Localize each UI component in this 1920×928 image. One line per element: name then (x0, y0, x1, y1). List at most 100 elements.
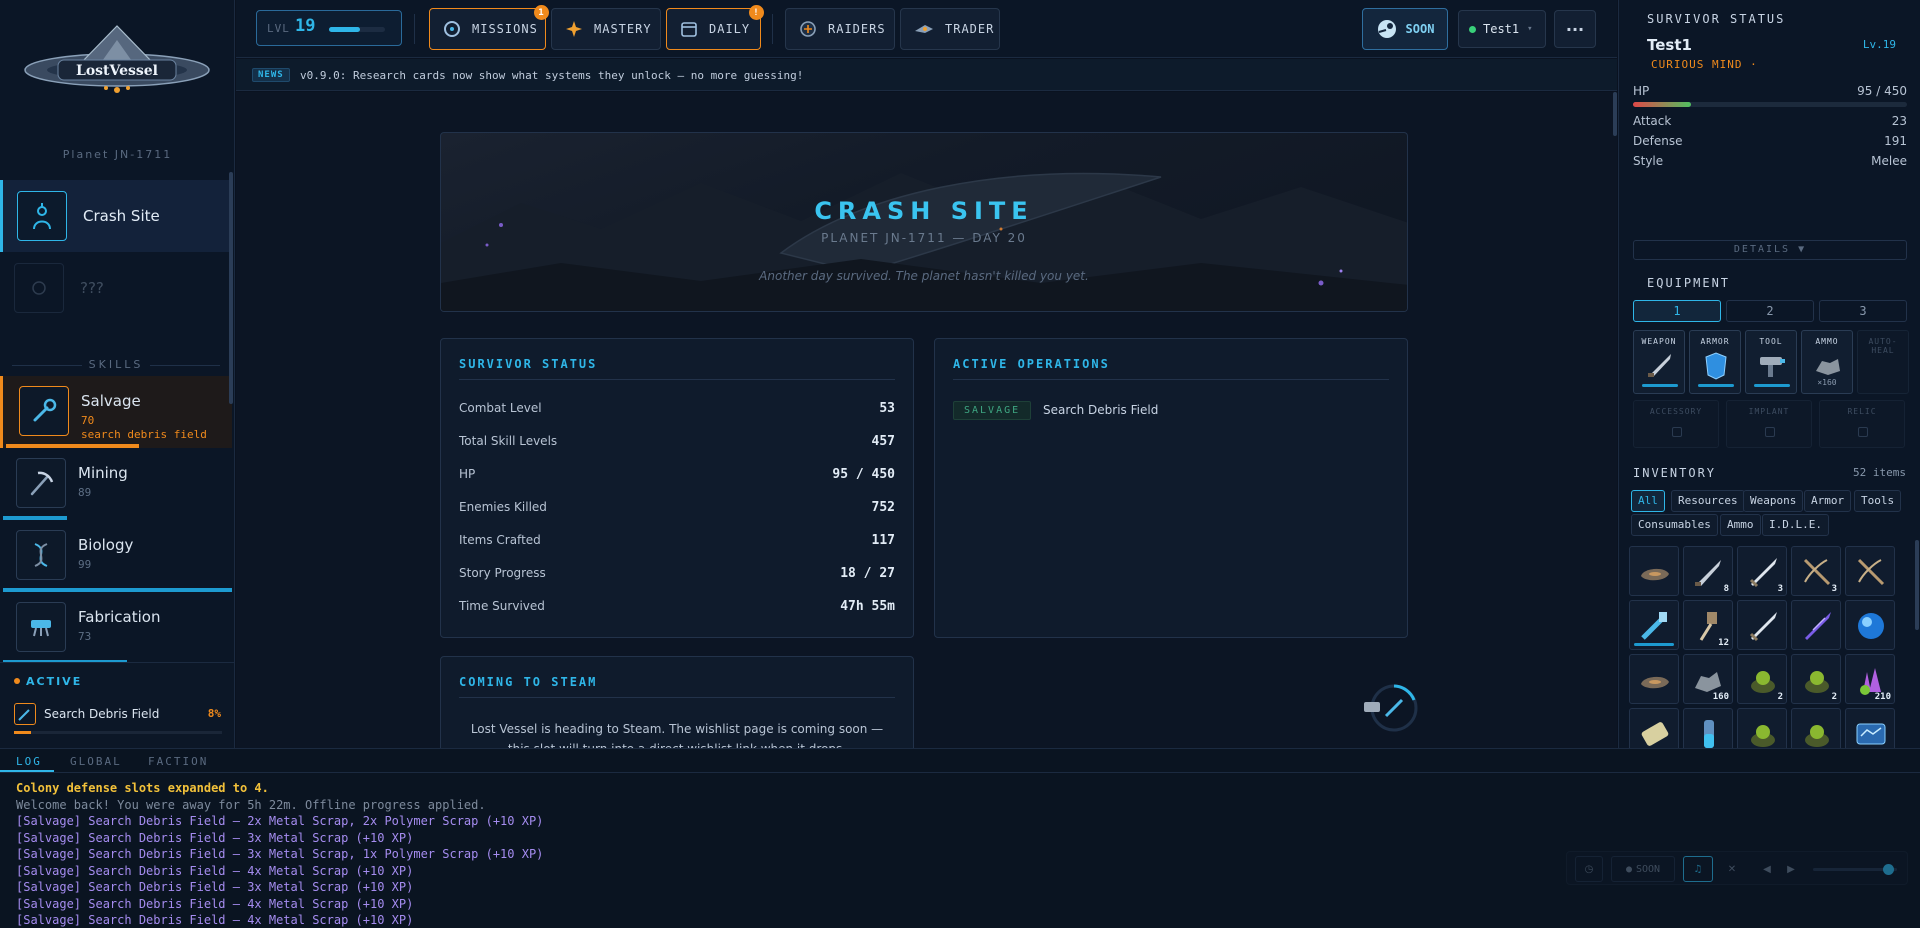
inventory-slot[interactable]: 2 (1791, 654, 1841, 704)
sidebar-scrollbar[interactable] (229, 172, 233, 404)
filter-weapons[interactable]: Weapons (1743, 490, 1804, 512)
tab-global[interactable]: GLOBAL (70, 755, 122, 768)
nav-divider (772, 14, 773, 44)
previous-track-button[interactable]: ◀ (1757, 856, 1777, 882)
music-toggle-button[interactable]: ♫ (1683, 856, 1713, 882)
filter-consumables[interactable]: Consumables (1631, 514, 1718, 536)
inventory-slot[interactable] (1629, 654, 1679, 704)
inventory-slot[interactable] (1629, 546, 1679, 596)
inventory-slot[interactable]: 160 (1683, 654, 1733, 704)
slot-label: ACCESSORY (1649, 407, 1703, 416)
inventory-slot[interactable] (1791, 708, 1841, 748)
inventory-slot[interactable] (1629, 708, 1679, 748)
online-status-icon (1469, 25, 1476, 33)
skill-biology[interactable]: Biology 99 (0, 520, 232, 592)
volume-slider[interactable] (1813, 864, 1897, 875)
stat-label: Time Survived (459, 599, 545, 613)
inventory-slot[interactable] (1683, 708, 1733, 748)
inventory-slot[interactable]: 3 (1791, 546, 1841, 596)
stat-label: Combat Level (459, 401, 542, 415)
mute-button[interactable]: ✕ (1719, 856, 1745, 882)
armor-icon (1705, 352, 1727, 380)
next-track-button[interactable]: ▶ (1781, 856, 1801, 882)
steam-soon-button[interactable]: SOON (1362, 8, 1448, 50)
inventory-slot[interactable] (1845, 708, 1895, 748)
details-toggle-button[interactable]: DETAILS ▼ (1633, 240, 1907, 260)
equip-slot-tool[interactable]: TOOL (1745, 330, 1797, 394)
inventory-slot[interactable] (1845, 600, 1895, 650)
equip-slot-implant[interactable]: IMPLANT (1726, 400, 1812, 448)
inventory-slot[interactable] (1737, 708, 1787, 748)
hp-bar-fill (1633, 102, 1691, 107)
skill-level: 70 (81, 414, 95, 427)
inventory-slot[interactable]: 3 (1737, 546, 1787, 596)
survivor-trait[interactable]: CURIOUS MIND · (1651, 58, 1758, 71)
fabricator-icon (16, 602, 66, 652)
slot-label: IMPLANT (1748, 407, 1790, 416)
inventory-slot[interactable]: 2 (1737, 654, 1787, 704)
stat-label: HP (459, 467, 476, 481)
salvage-icon (14, 703, 36, 725)
location-locked[interactable]: ??? (0, 252, 232, 324)
filter-all[interactable]: All (1631, 490, 1665, 512)
location-hero-banner: CRASH SITE PLANET JN-1711 — DAY 20 Anoth… (440, 132, 1408, 312)
inventory-scrollbar[interactable] (1915, 540, 1919, 630)
filter-tools[interactable]: Tools (1854, 490, 1902, 512)
skill-fabrication[interactable]: Fabrication 73 (0, 592, 232, 664)
operation-name[interactable]: Search Debris Field (1043, 403, 1158, 417)
active-task-panel[interactable]: ACTIVE Search Debris Field 8% (0, 662, 234, 748)
inventory-slot[interactable] (1629, 600, 1679, 650)
tab-log[interactable]: LOG (16, 755, 42, 768)
equip-slot-ammo[interactable]: AMMO ×160 (1801, 330, 1853, 394)
loadout-tab-3[interactable]: 3 (1819, 300, 1907, 322)
user-menu-button[interactable]: Test1 ▾ (1458, 10, 1546, 48)
item-count: 210 (1874, 692, 1891, 702)
equip-slot-armor[interactable]: ARMOR (1689, 330, 1741, 394)
card-title: ACTIVE OPERATIONS (953, 357, 1110, 371)
equip-slot-relic[interactable]: RELIC (1819, 400, 1905, 448)
player-level-box[interactable]: LVL 19 (256, 10, 402, 46)
loadout-tab-2[interactable]: 2 (1726, 300, 1814, 322)
drone-companion-button[interactable] (1360, 678, 1420, 738)
loadout-tab-1[interactable]: 1 (1633, 300, 1721, 322)
blaster-icon (1641, 612, 1667, 640)
filter-armor[interactable]: Armor (1804, 490, 1852, 512)
daily-button[interactable]: DAILY ! (666, 5, 764, 50)
survivor-name: Test1 (1647, 36, 1692, 54)
steam-soon-small-button[interactable]: ● SOON (1611, 856, 1675, 882)
main-scrollbar[interactable] (1613, 92, 1617, 136)
daily-label: DAILY (709, 22, 751, 36)
location-subtitle: PLANET JN-1711 — DAY 20 (821, 231, 1027, 245)
equip-slot-auto-heal[interactable]: AUTO-HEAL (1857, 330, 1909, 394)
slot-label: AMMO (1815, 337, 1839, 346)
skills-header: SKILLS (0, 358, 232, 371)
missions-button[interactable]: MISSIONS 1 (429, 5, 549, 50)
skill-mining[interactable]: Mining 89 (0, 448, 232, 520)
left-sidebar: LostVessel Planet JN-1711 Crash Site ???… (0, 0, 235, 748)
equip-slot-weapon[interactable]: WEAPON (1633, 330, 1685, 394)
raiders-button[interactable]: RAIDERS (785, 8, 895, 50)
timer-button[interactable]: ◷ (1575, 856, 1603, 882)
inventory-slot[interactable] (1791, 600, 1841, 650)
inventory-slot[interactable]: 8 (1683, 546, 1733, 596)
filter-ammo[interactable]: Ammo (1720, 514, 1761, 536)
more-menu-button[interactable]: ··· (1554, 10, 1596, 48)
tab-faction[interactable]: FACTION (148, 755, 208, 768)
location-crash-site[interactable]: Crash Site (0, 180, 232, 252)
ore-icon (1641, 676, 1669, 689)
filter-idle[interactable]: I.D.L.E. (1762, 514, 1829, 536)
skill-level: 89 (78, 486, 92, 499)
filter-resources[interactable]: Resources (1671, 490, 1745, 512)
audio-controls: ◷ ● SOON ♫ ✕ ◀ ▶ (1566, 851, 1908, 885)
equip-slot-accessory[interactable]: ACCESSORY (1633, 400, 1719, 448)
inventory-slot[interactable] (1845, 546, 1895, 596)
skill-salvage[interactable]: Salvage 70 search debris field (0, 376, 232, 448)
volume-slider-knob[interactable] (1882, 864, 1894, 875)
skill-level: 73 (78, 630, 92, 643)
sword-icon (1749, 558, 1777, 588)
inventory-slot[interactable]: 210 (1845, 654, 1895, 704)
trader-button[interactable]: TRADER (900, 8, 1000, 50)
mastery-button[interactable]: MASTERY (551, 8, 661, 50)
inventory-slot[interactable] (1737, 600, 1787, 650)
inventory-slot[interactable]: 12 (1683, 600, 1733, 650)
